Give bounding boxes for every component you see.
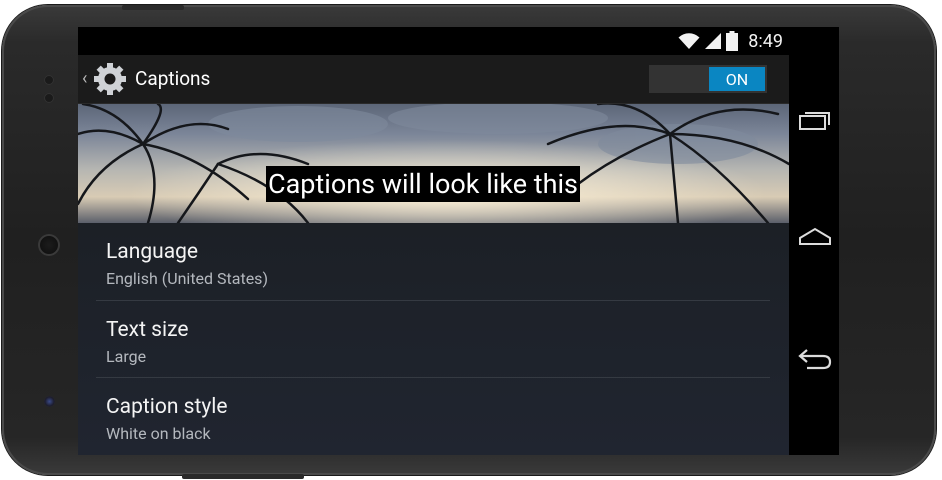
clock: 8:49 [748, 30, 783, 52]
navigation-bar [789, 27, 839, 455]
volume-button [182, 474, 304, 479]
list-item-summary: Large [106, 347, 147, 366]
sensor [44, 93, 54, 103]
list-item-caption-style[interactable]: Caption style White on black [96, 378, 770, 455]
action-bar: ‹ Captions ON [78, 55, 789, 104]
back-icon[interactable] [797, 344, 833, 374]
wifi-icon [678, 33, 700, 49]
front-camera [44, 396, 55, 407]
status-icons: 8:49 [678, 29, 783, 53]
page-title: Captions [135, 67, 211, 90]
list-item-language[interactable]: Language English (United States) [96, 223, 770, 300]
captions-toggle[interactable]: ON [649, 65, 767, 93]
screen: 8:49 ‹ Captions ON Captions will look li… [78, 27, 839, 455]
caption-sample-text: Captions will look like this [266, 166, 580, 202]
chevron-left-icon[interactable]: ‹ [82, 68, 87, 89]
toggle-on-thumb: ON [709, 67, 765, 91]
caption-preview: Captions will look like this [78, 104, 789, 223]
list-item-summary: White on black [106, 424, 211, 443]
settings-list: Language English (United States) Text si… [78, 223, 789, 455]
sensor [44, 75, 54, 85]
home-icon[interactable] [797, 224, 833, 254]
list-item-title: Text size [106, 318, 189, 342]
power-button [122, 5, 184, 10]
battery-icon [726, 31, 739, 51]
list-item-title: Language [106, 240, 199, 264]
list-item-summary: English (United States) [106, 269, 269, 288]
recent-apps-icon[interactable] [797, 107, 833, 137]
status-bar: 8:49 [78, 27, 789, 55]
settings-gear-icon[interactable] [92, 61, 128, 97]
earpiece-speaker [38, 234, 60, 256]
signal-icon [705, 33, 722, 49]
toggle-off-area [649, 65, 709, 93]
palm-trees-background [78, 104, 789, 223]
list-item-text-size[interactable]: Text size Large [96, 301, 770, 378]
list-item-title: Caption style [106, 395, 228, 419]
